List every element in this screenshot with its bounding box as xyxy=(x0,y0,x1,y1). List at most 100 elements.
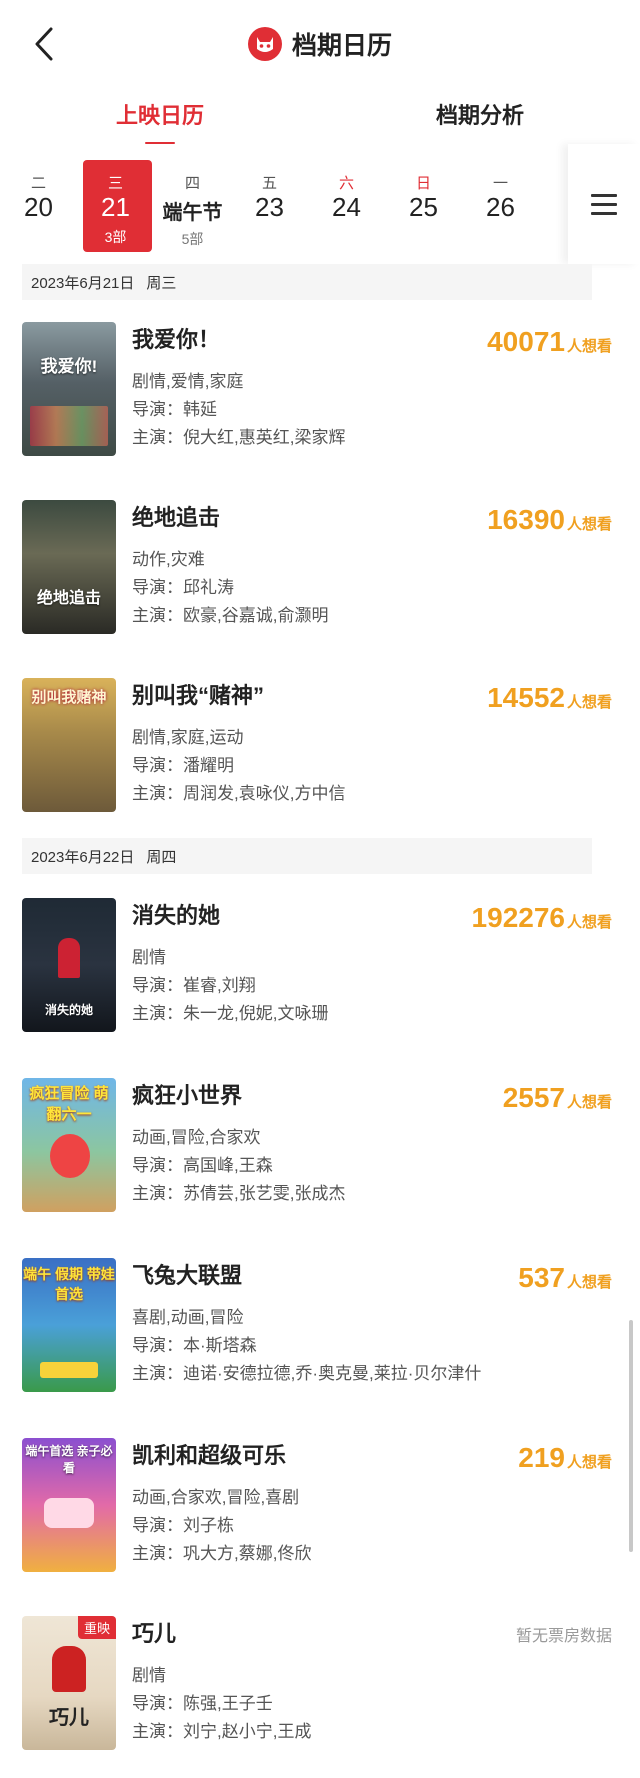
day-weekday: 二 xyxy=(30,175,46,192)
title-wrap: 档期日历 xyxy=(0,26,640,62)
movie-cast: 刘宁,赵小宁,王成 xyxy=(183,1722,312,1741)
day-weekday: 五 xyxy=(261,175,277,192)
movie-item[interactable]: 绝地追击 绝地追击 动作,灾难 导演：邱礼涛 主演：欧豪,谷嘉诚,俞灏明 163… xyxy=(22,500,612,636)
poster-text: 消失的她 xyxy=(44,1003,93,1017)
movie-cast-line: 主演：迪诺·安德拉德,乔·奥克曼,莱拉·贝尔津什 xyxy=(132,1360,481,1388)
poster-text: 端午首选 亲子必看 xyxy=(25,1444,113,1475)
rerelease-badge: 重映 xyxy=(77,1616,116,1639)
movie-poster[interactable]: 端午首选 亲子必看 xyxy=(22,1438,116,1572)
section-date: 2023年6月21日 xyxy=(31,274,135,292)
want-count: 537 xyxy=(518,1262,565,1293)
day-25[interactable]: 日 25 xyxy=(385,144,462,264)
movie-info: 飞兔大联盟 喜剧,动画,冒险 导演：本·斯塔森 主演：迪诺·安德拉德,乔·奥克曼… xyxy=(132,1258,481,1388)
want-count: 16390 xyxy=(487,504,565,535)
tab-schedule-analysis[interactable]: 档期分析 xyxy=(320,88,640,144)
director-label: 导演： xyxy=(132,400,183,419)
movie-info: 凯利和超级可乐 动画,合家欢,冒险,喜剧 导演：刘子栋 主演：巩大方,蔡娜,佟欣 xyxy=(132,1438,452,1568)
day-movie-count: 5部 xyxy=(181,231,204,247)
movie-poster[interactable]: 消失的她 xyxy=(22,898,116,1032)
movie-genre: 剧情 xyxy=(132,1666,166,1685)
movie-director-line: 导演：本·斯塔森 xyxy=(132,1332,452,1360)
day-20[interactable]: 二 20 xyxy=(0,144,77,264)
poster-text: 别叫我赌神 xyxy=(31,689,107,706)
movie-poster[interactable]: 疯狂冒险 萌翻六一 xyxy=(22,1078,116,1212)
movie-item[interactable]: 别叫我赌神 别叫我“赌神” 剧情,家庭,运动 导演：潘耀明 主演：周润发,袁咏仪… xyxy=(22,678,612,814)
movie-item[interactable]: 端午首选 亲子必看 凯利和超级可乐 动画,合家欢,冒险,喜剧 导演：刘子栋 主演… xyxy=(22,1438,612,1574)
movie-genre: 动画,合家欢,冒险,喜剧 xyxy=(132,1488,300,1507)
movie-director: 本·斯塔森 xyxy=(183,1336,257,1355)
movie-genre: 动作,灾难 xyxy=(132,550,205,569)
movie-poster[interactable]: 重映 巧儿 xyxy=(22,1616,116,1750)
movie-cast: 迪诺·安德拉德,乔·奥克曼,莱拉·贝尔津什 xyxy=(183,1364,482,1383)
day-24[interactable]: 六 24 xyxy=(308,144,385,264)
cast-label: 主演： xyxy=(132,1544,183,1563)
poster-text: 端午 假期 带娃 首选 xyxy=(23,1266,115,1302)
want-unit: 人想看 xyxy=(566,338,612,355)
calendar-menu-button[interactable] xyxy=(568,144,640,264)
cast-label: 主演： xyxy=(132,1364,183,1383)
tab-release-calendar[interactable]: 上映日历 xyxy=(0,88,320,144)
poster-text: 疯狂冒险 萌翻六一 xyxy=(29,1085,109,1123)
section-weekday: 周三 xyxy=(146,274,177,292)
want-count: 192276 xyxy=(471,902,565,933)
movie-genre: 喜剧,动画,冒险 xyxy=(132,1308,244,1327)
want-unit: 人想看 xyxy=(566,1274,612,1291)
director-label: 导演： xyxy=(132,1516,183,1535)
movie-poster[interactable]: 绝地追击 xyxy=(22,500,116,634)
movie-director-line: 导演：潘耀明 xyxy=(132,752,452,780)
day-number: 25 xyxy=(409,192,438,222)
movie-poster[interactable]: 我爱你! xyxy=(22,322,116,456)
movie-item[interactable]: 消失的她 消失的她 剧情 导演：崔睿,刘翔 主演：朱一龙,倪妮,文咏珊 1922… xyxy=(22,898,612,1034)
scrollbar[interactable] xyxy=(629,1320,633,1552)
movie-poster[interactable]: 端午 假期 带娃 首选 xyxy=(22,1258,116,1392)
director-label: 导演： xyxy=(132,1694,183,1713)
want-to-see: 192276 人想看 xyxy=(472,902,612,934)
movie-title: 凯利和超级可乐 xyxy=(132,1443,287,1468)
director-label: 导演： xyxy=(132,756,183,775)
movie-director: 韩延 xyxy=(183,400,217,419)
movie-cast: 周润发,袁咏仪,方中信 xyxy=(183,784,346,803)
day-26[interactable]: 一 26 xyxy=(462,144,539,264)
movie-item[interactable]: 疯狂冒险 萌翻六一 疯狂小世界 动画,冒险,合家欢 导演：高国峰,王森 主演：苏… xyxy=(22,1078,612,1214)
movie-item[interactable]: 端午 假期 带娃 首选 飞兔大联盟 喜剧,动画,冒险 导演：本·斯塔森 主演：迪… xyxy=(22,1258,612,1394)
cast-label: 主演： xyxy=(132,606,183,625)
movie-item[interactable]: 我爱你! 我爱你！ 剧情,爱情,家庭 导演：韩延 主演：倪大红,惠英红,梁家辉 … xyxy=(22,322,612,458)
movie-genre: 剧情,家庭,运动 xyxy=(132,728,244,747)
movie-genre: 剧情 xyxy=(132,948,166,967)
movie-director-line: 导演：刘子栋 xyxy=(132,1512,452,1540)
movie-director-line: 导演：陈强,王子壬 xyxy=(132,1690,452,1718)
movie-director: 陈强,王子壬 xyxy=(183,1694,273,1713)
want-count: 14552 xyxy=(487,682,565,713)
movie-poster[interactable]: 别叫我赌神 xyxy=(22,678,116,812)
movie-director: 高国峰,王森 xyxy=(183,1156,273,1175)
want-to-see: 16390 人想看 xyxy=(487,504,612,536)
movie-cast-line: 主演：周润发,袁咏仪,方中信 xyxy=(132,780,452,808)
movie-cast-line: 主演：刘宁,赵小宁,王成 xyxy=(132,1718,452,1746)
want-count: 2557 xyxy=(502,1082,565,1113)
no-box-office-data: 暂无票房数据 xyxy=(515,1628,612,1645)
day-23[interactable]: 五 23 xyxy=(231,144,308,264)
movie-director: 潘耀明 xyxy=(183,756,234,775)
want-unit: 人想看 xyxy=(566,694,612,711)
day-weekday: 三 xyxy=(107,175,123,192)
day-number: 21 xyxy=(101,192,130,222)
director-label: 导演： xyxy=(132,1336,183,1355)
want-unit: 人想看 xyxy=(566,516,612,533)
want-to-see: 219 人想看 xyxy=(518,1442,612,1474)
movie-info: 我爱你！ 剧情,爱情,家庭 导演：韩延 主演：倪大红,惠英红,梁家辉 xyxy=(132,322,452,452)
movie-cast: 朱一龙,倪妮,文咏珊 xyxy=(183,1004,329,1023)
movie-director: 崔睿,刘翔 xyxy=(183,976,256,995)
tab-label: 档期分析 xyxy=(435,103,524,128)
movie-title: 疯狂小世界 xyxy=(132,1083,243,1108)
movie-director-line: 导演：邱礼涛 xyxy=(132,574,452,602)
cast-label: 主演： xyxy=(132,1722,183,1741)
want-count: 219 xyxy=(518,1442,565,1473)
day-22-dragon-boat[interactable]: 四 端午节 5部 xyxy=(154,144,231,264)
movie-director: 刘子栋 xyxy=(183,1516,234,1535)
day-21-selected[interactable]: 三 21 3部 xyxy=(77,144,154,264)
want-to-see: 14552 人想看 xyxy=(487,682,612,714)
day-movie-count: 3部 xyxy=(104,229,127,245)
movie-item[interactable]: 重映 巧儿 巧儿 剧情 导演：陈强,王子壬 主演：刘宁,赵小宁,王成 暂无票房数… xyxy=(22,1616,612,1752)
day-weekday: 六 xyxy=(338,175,354,192)
want-unit: 人想看 xyxy=(566,1094,612,1111)
